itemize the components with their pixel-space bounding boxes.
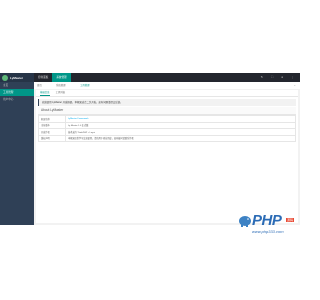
fullscreen-icon[interactable]: ⛶: [271, 73, 273, 82]
top-header: 控制面板 系统管理 ↻ ⛶ ● ⋮: [34, 73, 300, 82]
card-tab-tools[interactable]: 工具列表: [56, 90, 66, 96]
notice-banner: 欢迎使用 LyMaster 开发框架，本框架适合二次开发，如有问题请提交反馈。: [38, 99, 296, 106]
header-menu: 控制面板 系统管理: [34, 73, 71, 82]
user-icon[interactable]: ●: [281, 73, 283, 82]
tab-system[interactable]: 系统管理: [56, 82, 66, 89]
header-menu-dashboard[interactable]: 控制面板: [34, 73, 52, 82]
table-row: 版权声明 本框架仅供学习交流使用，请勿用于商业用途，如有疑问请联系作者: [38, 134, 296, 142]
card-tabs: 基础信息 工具列表: [36, 90, 298, 97]
info-card: 基础信息 工具列表 欢迎使用 LyMaster 开发框架，本框架适合二次开发，如…: [36, 90, 298, 223]
menu-icon[interactable]: ⋮: [291, 73, 294, 82]
refresh-icon[interactable]: ↻: [261, 73, 264, 82]
row-value: 本框架仅供学习交流使用，请勿用于商业用途，如有疑问请联系作者: [65, 134, 296, 142]
header-actions: ↻ ⛶ ● ⋮: [261, 73, 294, 82]
logo[interactable]: LyMaster: [0, 73, 34, 82]
watermark-badge: 源码: [286, 218, 295, 222]
tabs-more-icon[interactable]: ⌄: [293, 82, 296, 89]
logo-icon: [2, 74, 8, 81]
watermark-url: www.php333.com: [252, 229, 284, 234]
sidebar-item-home[interactable]: 主页: [0, 82, 34, 89]
main-content: 基础信息 工具列表 欢迎使用 LyMaster 开发框架，本框架适合二次开发，如…: [34, 89, 300, 225]
tab-home[interactable]: 首页: [37, 82, 42, 89]
app-window: LyMaster 主页 工具管理 用户中心 控制面板 系统管理 ↻ ⛶ ● ⋮ …: [0, 73, 300, 225]
sidebar-item-users[interactable]: 用户中心: [0, 96, 34, 103]
section-title: About LyMaster: [38, 107, 296, 115]
row-key: 版权声明: [38, 134, 66, 142]
sidebar: LyMaster 主页 工具管理 用户中心: [0, 73, 34, 225]
info-table: 框架名称 LyMaster Framework 当前版本 Ly Master 1…: [38, 115, 296, 142]
card-tab-basic[interactable]: 基础信息: [40, 90, 50, 96]
logo-text: LyMaster: [10, 75, 24, 80]
watermark: PHP 源码 www.php333.com: [238, 212, 298, 238]
header-menu-system[interactable]: 系统管理: [52, 73, 71, 82]
watermark-php-text: PHP: [252, 212, 282, 229]
elephant-logo-icon: [239, 216, 251, 227]
sidebar-item-tools[interactable]: 工具管理: [0, 89, 34, 96]
